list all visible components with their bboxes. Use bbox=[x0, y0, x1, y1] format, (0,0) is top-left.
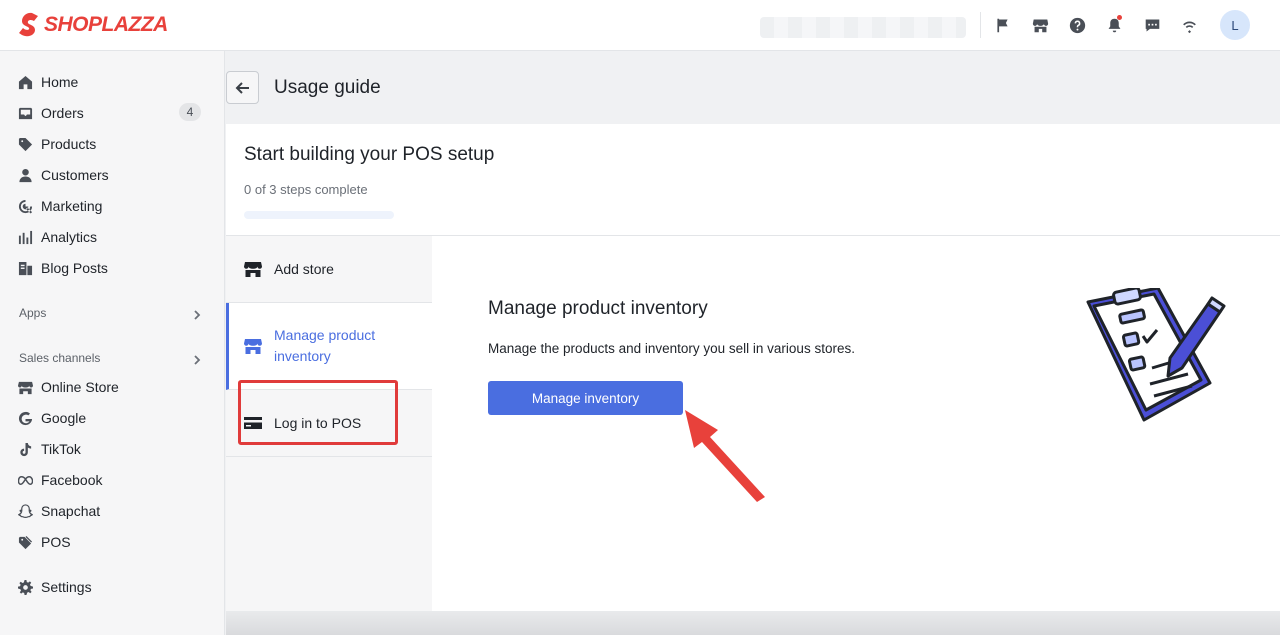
sidebar-item-label: Orders bbox=[41, 105, 84, 121]
sidebar-item-google[interactable]: Google bbox=[0, 404, 225, 432]
sidebar-item-customers[interactable]: Customers bbox=[0, 161, 225, 189]
step-manage-product-inventory[interactable]: Manage product inventory bbox=[226, 303, 432, 445]
sidebar-item-label: Facebook bbox=[41, 472, 103, 488]
brand-name: SHOPLAZZA bbox=[44, 13, 168, 36]
sidebar-item-blog-posts[interactable]: Blog Posts bbox=[0, 254, 225, 282]
sidebar-item-label: Home bbox=[41, 74, 79, 90]
card-title: Start building your POS setup bbox=[244, 144, 495, 165]
step-log-in-to-pos[interactable]: Log in to POS bbox=[226, 390, 432, 457]
flag-icon[interactable] bbox=[991, 14, 1013, 36]
sidebar-item-label: TikTok bbox=[41, 441, 81, 457]
page-title: Usage guide bbox=[274, 77, 381, 98]
sidebar-item-snapchat[interactable]: Snapchat bbox=[0, 497, 225, 525]
detail-description: Manage the products and inventory you se… bbox=[488, 341, 855, 356]
chevron-right-icon[interactable] bbox=[192, 352, 202, 365]
pos-tag-icon bbox=[17, 534, 33, 550]
gear-icon bbox=[17, 579, 33, 595]
sidebar-item-label: Products bbox=[41, 136, 97, 152]
sidebar-item-settings[interactable]: Settings bbox=[0, 573, 225, 601]
back-button[interactable] bbox=[226, 71, 259, 104]
store-icon bbox=[244, 260, 262, 278]
google-icon bbox=[17, 410, 33, 426]
store-icon bbox=[17, 379, 33, 395]
inbox-icon bbox=[17, 105, 33, 121]
store-icon[interactable] bbox=[1029, 14, 1051, 36]
sidebar-item-online-store[interactable]: Online Store bbox=[0, 373, 225, 401]
sidebar-item-facebook[interactable]: Facebook bbox=[0, 466, 225, 494]
step-label: Manage product inventory bbox=[274, 325, 375, 367]
sidebar-item-label: Blog Posts bbox=[41, 260, 108, 276]
sidebar-item-label: Snapchat bbox=[41, 503, 101, 519]
topbar-divider bbox=[980, 12, 981, 38]
sidebar-item-label: Customers bbox=[41, 167, 109, 183]
sidebar-item-analytics[interactable]: Analytics bbox=[0, 223, 225, 251]
sidebar: Home Orders 4 Products Customers Marketi… bbox=[0, 51, 225, 635]
apps-section-label[interactable]: Apps bbox=[19, 306, 46, 320]
sidebar-item-label: POS bbox=[41, 534, 71, 550]
manage-inventory-button[interactable]: Manage inventory bbox=[488, 381, 683, 415]
sidebar-item-tiktok[interactable]: TikTok bbox=[0, 435, 225, 463]
bell-icon[interactable] bbox=[1103, 14, 1125, 36]
tiktok-icon bbox=[17, 441, 33, 457]
orders-count-badge: 4 bbox=[179, 103, 201, 121]
step-label-line1: Manage product bbox=[274, 327, 376, 343]
steps-complete-text: 0 of 3 steps complete bbox=[244, 182, 368, 197]
meta-icon bbox=[17, 472, 33, 488]
wifi-icon[interactable] bbox=[1178, 14, 1200, 36]
detail-title: Manage product inventory bbox=[488, 298, 708, 319]
clipboard-checklist-illustration bbox=[1086, 288, 1226, 422]
sidebar-item-orders[interactable]: Orders 4 bbox=[0, 99, 225, 127]
sidebar-item-products[interactable]: Products bbox=[0, 130, 225, 158]
bottom-edge bbox=[226, 611, 1280, 635]
sidebar-item-home[interactable]: Home bbox=[0, 68, 225, 96]
sidebar-item-label: Analytics bbox=[41, 229, 98, 245]
sidebar-item-label: Online Store bbox=[41, 379, 119, 395]
marketing-icon bbox=[17, 198, 33, 214]
steps-list: Add store Manage product inventory Log i… bbox=[226, 236, 432, 611]
tag-icon bbox=[17, 136, 33, 152]
pos-setup-card: Start building your POS setup 0 of 3 ste… bbox=[226, 124, 1280, 611]
help-icon[interactable] bbox=[1066, 14, 1088, 36]
sidebar-item-label: Google bbox=[41, 410, 87, 426]
sidebar-item-label: Marketing bbox=[41, 198, 103, 214]
sidebar-item-marketing[interactable]: Marketing bbox=[0, 192, 225, 220]
sidebar-item-label: Settings bbox=[41, 579, 92, 595]
card-icon bbox=[244, 414, 262, 432]
sidebar-item-pos[interactable]: POS bbox=[0, 528, 225, 556]
shoplazza-logo-icon bbox=[19, 12, 38, 37]
chevron-right-icon[interactable] bbox=[192, 307, 202, 320]
top-bar: SHOPLAZZA L bbox=[0, 0, 1280, 51]
snapchat-icon bbox=[17, 503, 33, 519]
chat-icon[interactable] bbox=[1141, 14, 1163, 36]
home-icon bbox=[17, 74, 33, 90]
store-icon bbox=[244, 337, 262, 355]
person-icon bbox=[17, 167, 33, 183]
store-selector[interactable] bbox=[760, 17, 966, 38]
arrow-left-icon bbox=[235, 81, 249, 94]
user-avatar[interactable]: L bbox=[1220, 10, 1250, 40]
step-label: Log in to POS bbox=[274, 415, 362, 431]
step-add-store[interactable]: Add store bbox=[226, 236, 432, 303]
step-label: Add store bbox=[274, 261, 334, 277]
analytics-icon bbox=[17, 229, 33, 245]
brand-logo[interactable]: SHOPLAZZA bbox=[18, 12, 168, 38]
sales-channels-section-label[interactable]: Sales channels bbox=[19, 351, 100, 365]
notification-dot bbox=[1117, 15, 1122, 20]
step-label-line2: inventory bbox=[274, 348, 331, 364]
blog-icon bbox=[17, 260, 33, 276]
setup-progress-bar bbox=[244, 211, 394, 219]
